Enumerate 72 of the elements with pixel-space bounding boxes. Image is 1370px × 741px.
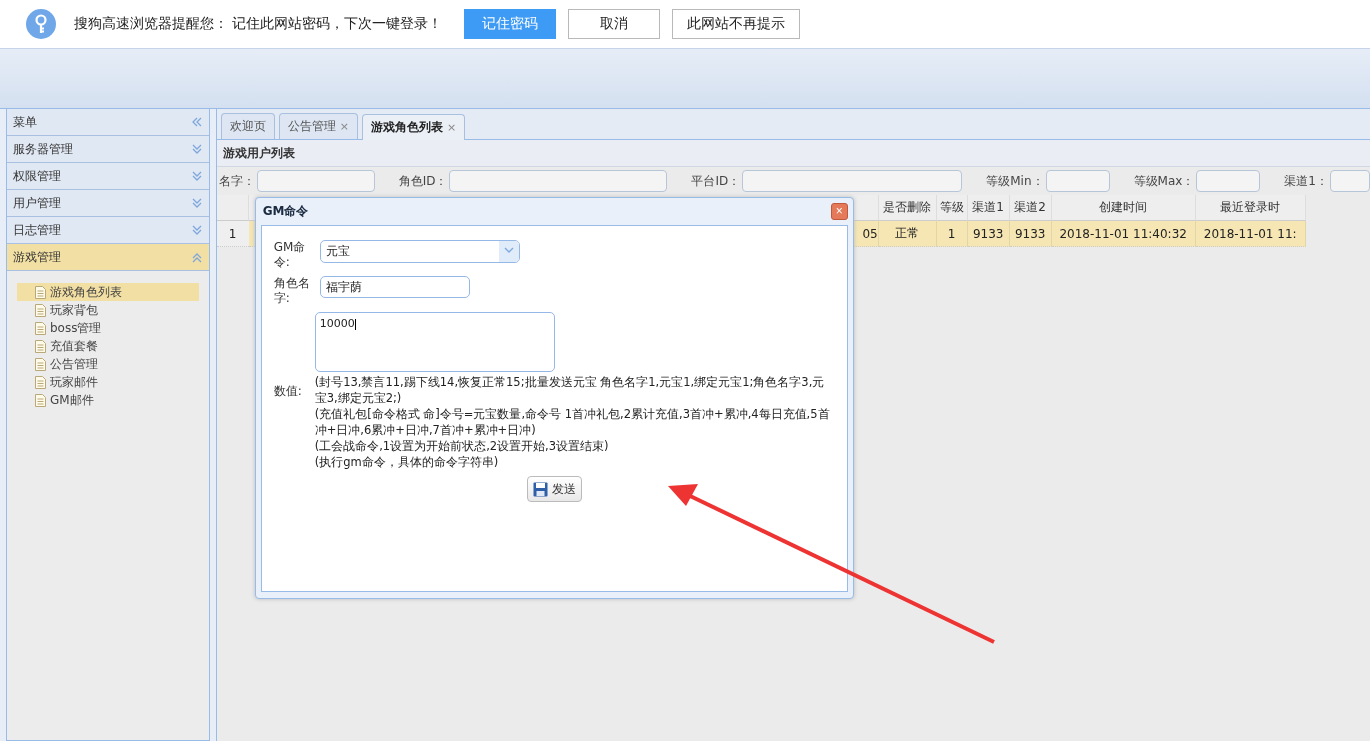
sidebar-section[interactable]: 日志管理 [7,217,209,244]
filter-input[interactable] [1196,170,1261,192]
field-label: 数值: [273,383,303,399]
column-header: 最近登录时 [1195,195,1306,221]
menu-item[interactable]: 充值套餐 [17,337,199,355]
document-icon [35,321,46,335]
field-label: 角色名字: [273,276,311,306]
menu-item[interactable]: boss管理 [17,319,199,337]
dialog-title: GM命令 [262,203,309,220]
filter-label: 名字： [218,172,255,190]
text-cursor [354,318,356,330]
document-icon [35,285,46,299]
input-field[interactable]: 福宇荫 [319,276,470,298]
help-text: (执行gm命令，具体的命令字符串) [314,454,500,470]
text-area[interactable]: 10000 [314,312,555,372]
collapse-icon[interactable] [190,251,203,263]
send-button[interactable]: 发送 [526,476,582,502]
tab[interactable]: 游戏角色列表 × [361,114,466,140]
column-header: 渠道1 [967,195,1010,221]
menu-item[interactable]: 游戏角色列表 [17,283,199,301]
table-cell: 2018-11-01 11: [1195,221,1306,247]
help-text: (充值礼包[命令格式 命]令号=元宝数量,命令号 1首冲礼包,2累计充值,3首冲+累冲,4每日充值,5首冲+日冲,6累冲+日冲,7首冲+累冲+日冲) [314,406,831,438]
filter-input[interactable] [1330,170,1370,192]
column-header: 渠道2 [1009,195,1052,221]
sidebar-section[interactable]: 游戏管理 [7,244,209,271]
sidebar-section[interactable]: 权限管理 [7,163,209,190]
filter-label: 等级Max： [1133,172,1195,190]
document-icon [35,339,46,353]
notice-button[interactable]: 此网站不再提示 [672,9,801,39]
help-text: (工会战命令,1设置为开始前状态,2设置开始,3设置结束) [314,438,610,454]
table-cell: 1 [936,221,968,247]
sidebar-section[interactable]: 用户管理 [7,190,209,217]
filter-input[interactable] [256,170,375,192]
menu-item[interactable]: 公告管理 [17,355,199,373]
tab[interactable]: 公告管理 × [278,113,358,139]
collapse-icon[interactable] [190,116,203,128]
document-icon [35,393,46,407]
filter-input[interactable] [449,170,668,192]
document-icon [35,357,46,371]
table-cell: 正常 [878,221,937,247]
panel-title: 游戏用户列表 [216,140,1370,167]
column-header: 等级 [936,195,968,221]
filter-input[interactable] [1045,170,1110,192]
table-cell: 9133 [1009,221,1052,247]
menu-item[interactable]: 玩家背包 [17,301,199,319]
key-icon [26,9,56,39]
table-cell: 2018-11-01 11:40:32 [1051,221,1196,247]
expand-icon[interactable] [190,197,203,209]
sidebar-title: 菜单 [13,113,37,131]
tab[interactable]: 欢迎页 [220,113,275,139]
filter-input[interactable] [742,170,963,192]
document-icon [35,303,46,317]
column-header: 创建时间 [1051,195,1196,221]
expand-icon[interactable] [190,224,203,236]
expand-icon[interactable] [190,170,203,182]
filter-label: 等级Min： [986,172,1044,190]
filter-label: 角色ID： [398,172,448,190]
menu-item[interactable]: 玩家邮件 [17,373,199,391]
filter-label: 渠道1： [1284,172,1328,190]
table-cell: 9133 [967,221,1010,247]
row-number: 1 [216,221,249,247]
column-header: 是否删除 [878,195,937,221]
select-field[interactable]: 元宝 [319,240,520,263]
expand-icon[interactable] [190,143,203,155]
help-text: (封号13,禁言11,踢下线14,恢复正常15;批量发送元宝 角色名字1,元宝1,绑定元宝1;角色名字3,元宝3,绑定元宝2;) [314,374,826,406]
menu-item[interactable]: GM邮件 [17,391,199,409]
notice-text: 搜狗高速浏览器提醒您： 记住此网站密码，下次一键登录！ [74,15,443,33]
field-label: GM命令: [273,240,307,270]
notice-button[interactable]: 取消 [568,9,661,39]
sidebar-section[interactable]: 服务器管理 [7,136,209,163]
document-icon [35,375,46,389]
filter-label: 平台ID： [691,172,741,190]
